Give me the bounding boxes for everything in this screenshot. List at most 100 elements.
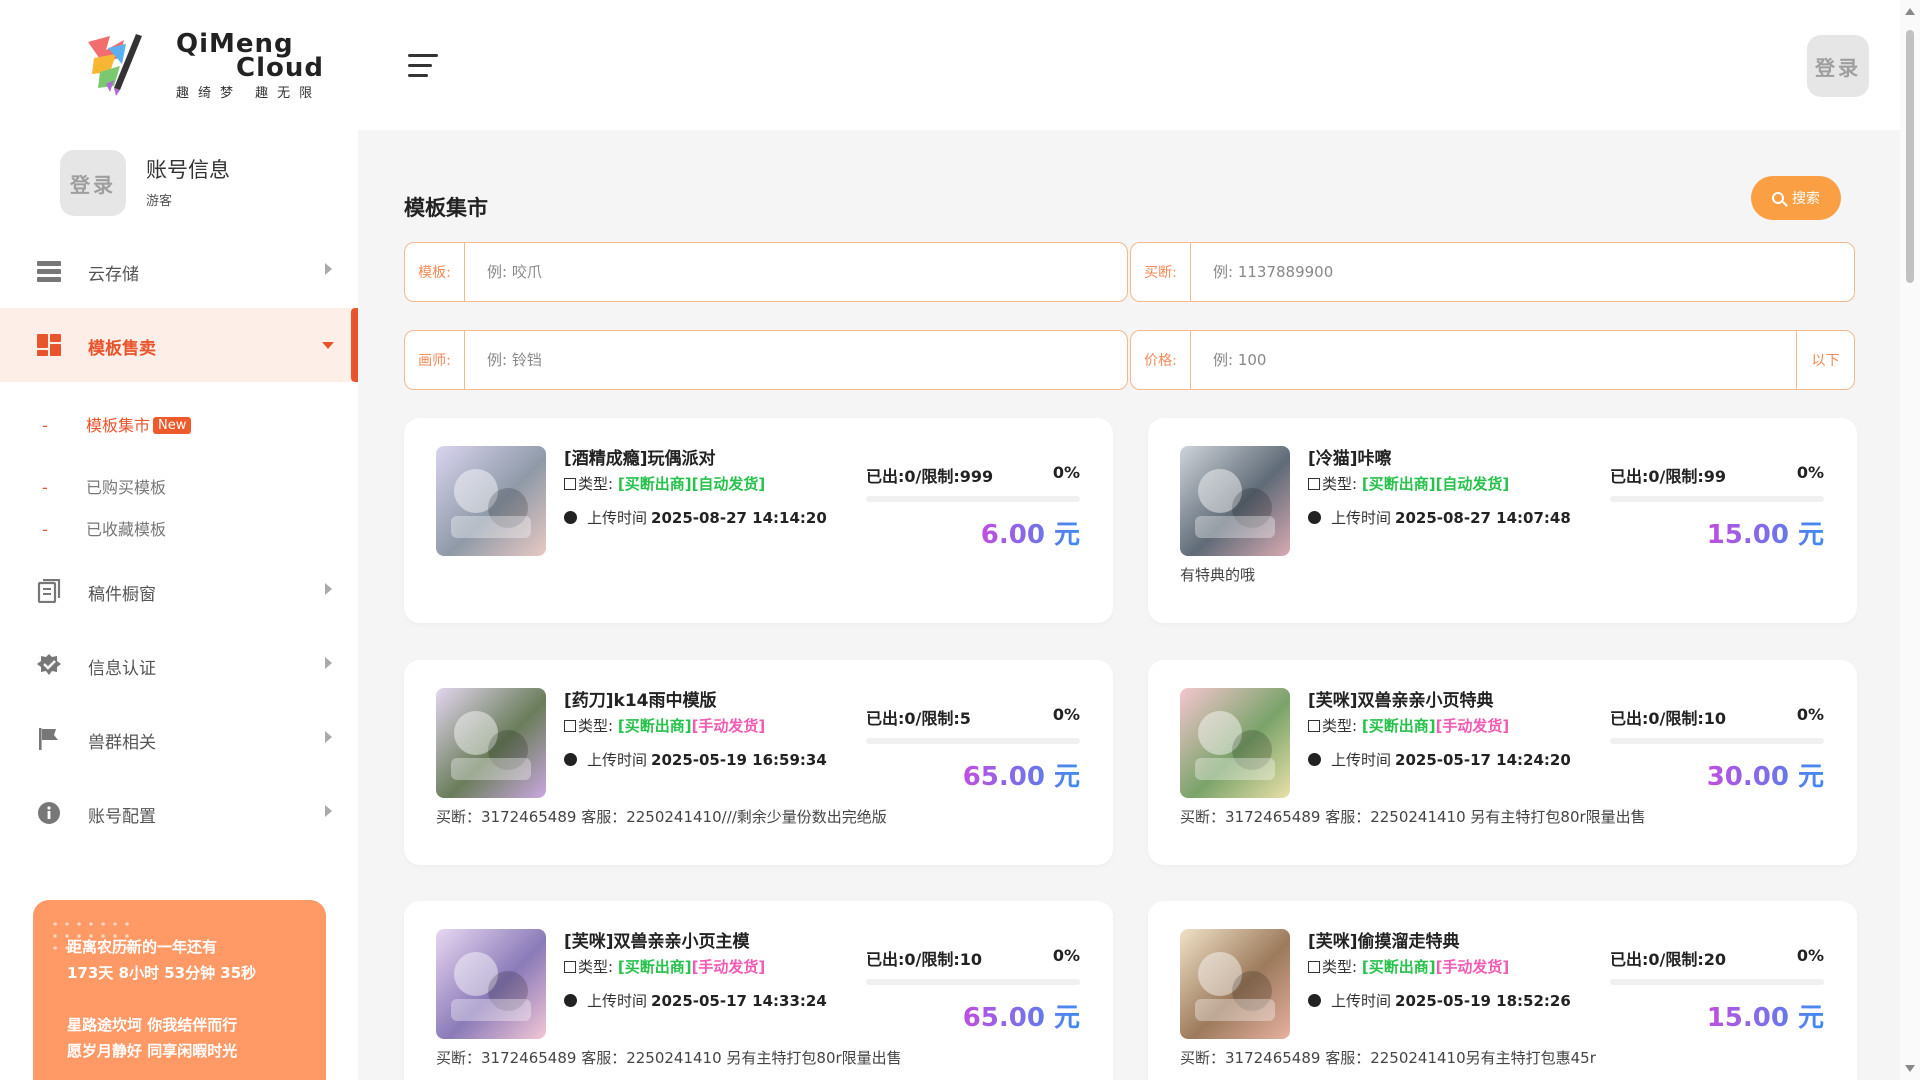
- sidebar-subitem-template-market[interactable]: - 模板集市 New: [42, 412, 192, 436]
- template-card[interactable]: [芙咪]双兽亲亲小页特典类型: [买断出商][手动发货] 上传时间 2025-05-…: [1148, 660, 1857, 865]
- logo-text-line2: Cloud: [236, 53, 324, 83]
- progress-bar: [1610, 979, 1824, 985]
- upload-time-value: 2025-08-27 14:07:48: [1395, 509, 1571, 527]
- template-title[interactable]: [芙咪]偷摸溜走特典: [1308, 927, 1460, 952]
- sidebar-subitem-favorites[interactable]: - 已收藏模板: [42, 516, 166, 540]
- sidebar-item-manuscript[interactable]: 稿件橱窗: [0, 554, 358, 628]
- template-type: 类型: [买断出商][自动发货]: [1308, 473, 1509, 494]
- template-thumbnail[interactable]: [1180, 446, 1290, 556]
- upload-time-label: 上传时间: [1331, 509, 1392, 527]
- template-title[interactable]: [酒精成瘾]玩偶派对: [564, 444, 716, 469]
- type-icon: [1308, 720, 1320, 732]
- countdown-line2: 173天 8小时 53分钟 35秒: [67, 964, 257, 982]
- subitem-label: 模板集市: [86, 416, 151, 435]
- app-root: QiMeng Cloud 趣绮梦 趣无限 登录 登录 账号信息 游客 云存储 模…: [0, 0, 1920, 1080]
- upload-time: 上传时间 2025-05-19 18:52:26: [1308, 990, 1571, 1011]
- buyout-search-input[interactable]: [1191, 243, 1854, 301]
- tag-delivery: [自动发货]: [691, 475, 766, 493]
- sidebar-item-account-config[interactable]: 账号配置: [0, 776, 358, 850]
- upload-time-value: 2025-05-19 16:59:34: [651, 751, 827, 769]
- template-type: 类型: [买断出商][手动发货]: [564, 715, 765, 736]
- template-card[interactable]: [酒精成瘾]玩偶派对 类型: [买断出商][自动发货] 上传时间 2025-08-27…: [404, 418, 1113, 623]
- template-thumbnail[interactable]: [1180, 688, 1290, 798]
- tag-delivery: [手动发货]: [691, 717, 766, 735]
- template-card[interactable]: [芙咪]偷摸溜走特典类型: [买断出商][手动发货] 上传时间 2025-05-19…: [1148, 901, 1857, 1080]
- upload-time-value: 2025-08-27 14:14:20: [651, 509, 827, 527]
- scroll-up-icon[interactable]: [1905, 8, 1915, 15]
- sold-percent: 0%: [1052, 946, 1080, 965]
- tag-buyout: [买断出商]: [617, 717, 692, 735]
- template-thumbnail[interactable]: [436, 688, 546, 798]
- search-icon: [1772, 192, 1784, 204]
- template-type: 类型: [买断出商][手动发货]: [1308, 715, 1509, 736]
- bullet-dash: -: [42, 478, 48, 497]
- chevron-right-icon: [325, 263, 332, 275]
- template-card[interactable]: [冷猫]咔嚓类型: [买断出商][自动发货] 上传时间 2025-08-27 14:…: [1148, 418, 1857, 623]
- price-search-input[interactable]: [1191, 331, 1796, 389]
- menu-toggle-icon[interactable]: [408, 54, 438, 80]
- logo-text: QiMeng Cloud: [176, 31, 324, 83]
- avatar[interactable]: 登录: [60, 150, 126, 216]
- price-suffix: 以下: [1796, 331, 1854, 389]
- search-button-label: 搜索: [1792, 191, 1820, 207]
- upload-time: 上传时间 2025-05-17 14:24:20: [1308, 749, 1571, 770]
- upload-time: 上传时间 2025-05-17 14:33:24: [564, 990, 827, 1011]
- account-info[interactable]: 登录 账号信息 游客: [60, 150, 340, 220]
- template-description: 买断：3172465489 客服：2250241410另有主特打包惠45r: [1180, 1049, 1596, 1067]
- sold-limit: 已出:0/限制:10: [1610, 709, 1727, 728]
- top-header: QiMeng Cloud 趣绮梦 趣无限 登录: [0, 0, 1900, 130]
- type-prefix: 类型:: [578, 475, 614, 493]
- price: 6.00 元: [981, 514, 1080, 551]
- template-search-input[interactable]: [465, 243, 1127, 301]
- artist-search-input[interactable]: [465, 331, 1127, 389]
- template-description: 有特典的哦: [1180, 566, 1256, 584]
- template-thumbnail[interactable]: [1180, 929, 1290, 1039]
- template-card[interactable]: [药刀]k14雨中模版 类型: [买断出商][手动发货] 上传时间 2025-05-1…: [404, 660, 1113, 865]
- sidebar-item-template-sale[interactable]: 模板售卖: [0, 308, 358, 382]
- type-icon: [1308, 961, 1320, 973]
- sold-percent: 0%: [1052, 705, 1080, 724]
- template-title[interactable]: [芙咪]双兽亲亲小页特典: [1308, 686, 1494, 711]
- template-description: 买断：3172465489 客服：2250241410 另有主特打包80r限量出…: [436, 1049, 902, 1067]
- thumbnail-art: [451, 952, 531, 1021]
- sidebar-item-label: 兽群相关: [88, 733, 156, 753]
- sidebar-item-group[interactable]: 兽群相关: [0, 702, 358, 776]
- sidebar-item-cloud-storage[interactable]: 云存储: [0, 234, 358, 308]
- template-title[interactable]: [药刀]k14雨中模版: [564, 686, 717, 711]
- sidebar-item-label: 云存储: [88, 265, 139, 285]
- new-badge: New: [153, 417, 192, 434]
- filter-buyout-label: 买断:: [1131, 243, 1191, 301]
- template-title[interactable]: [芙咪]双兽亲亲小页主模: [564, 927, 750, 952]
- subitem-label: 已收藏模板: [86, 520, 167, 539]
- template-title[interactable]: [冷猫]咔嚓: [1308, 444, 1392, 469]
- upload-time-label: 上传时间: [1331, 751, 1392, 769]
- template-card[interactable]: [芙咪]双兽亲亲小页主模类型: [买断出商][手动发货] 上传时间 2025-05-…: [404, 901, 1113, 1080]
- thumbnail-art: [1195, 469, 1275, 538]
- thumbnail-art: [1195, 711, 1275, 780]
- new-year-countdown: 距离农历新的一年还有 173天 8小时 53分钟 35秒 星路途坎坷 你我结伴而…: [33, 900, 326, 1080]
- sold-limit: 已出:0/限制:5: [866, 709, 971, 728]
- progress-bar: [866, 979, 1080, 985]
- logo[interactable]: QiMeng Cloud 趣绮梦 趣无限: [80, 28, 340, 102]
- tag-delivery: [自动发货]: [1435, 475, 1510, 493]
- slogan-line2: 愿岁月静好 同享闲暇时光: [67, 1042, 238, 1060]
- chevron-right-icon: [325, 657, 332, 669]
- tag-delivery: [手动发货]: [1435, 958, 1510, 976]
- header-login-button[interactable]: 登录: [1807, 35, 1869, 97]
- chevron-right-icon: [325, 731, 332, 743]
- tag-buyout: [买断出商]: [1361, 958, 1436, 976]
- page-scrollbar[interactable]: [1900, 0, 1920, 1080]
- sidebar-subitem-purchased[interactable]: - 已购买模板: [42, 474, 166, 498]
- sidebar-item-verification[interactable]: 信息认证: [0, 628, 358, 702]
- price: 30.00 元: [1707, 756, 1824, 793]
- filter-artist-label: 画师:: [405, 331, 465, 389]
- scroll-down-icon[interactable]: [1905, 1065, 1915, 1072]
- scrollbar-thumb[interactable]: [1906, 30, 1914, 283]
- template-thumbnail[interactable]: [436, 446, 546, 556]
- type-prefix: 类型:: [1322, 958, 1358, 976]
- search-button[interactable]: 搜索: [1751, 176, 1841, 220]
- filter-artist: 画师:: [404, 330, 1128, 390]
- template-type: 类型: [买断出商][手动发货]: [564, 956, 765, 977]
- clock-icon: [564, 994, 577, 1007]
- template-thumbnail[interactable]: [436, 929, 546, 1039]
